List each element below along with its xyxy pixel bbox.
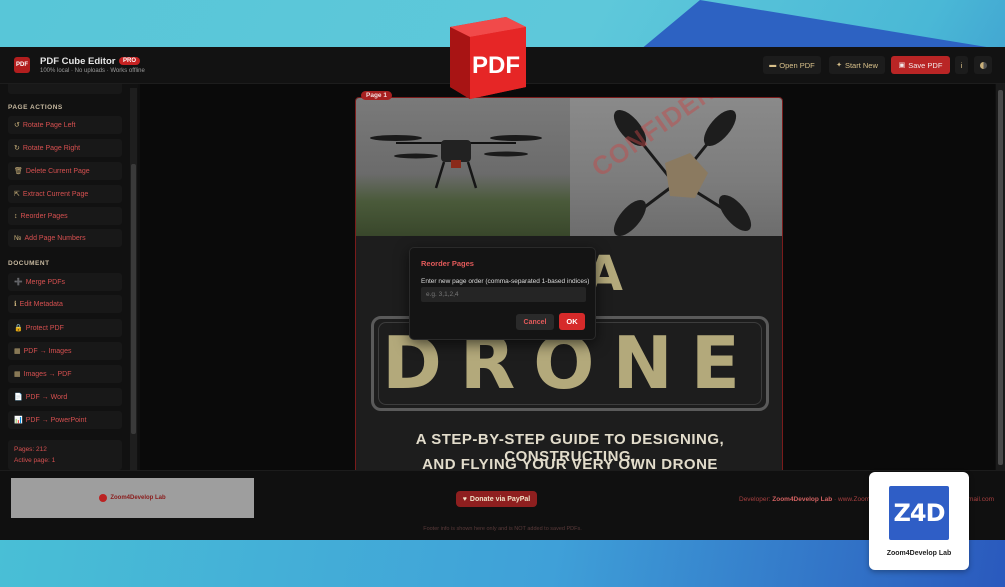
theme-toggle-button[interactable] [974, 56, 992, 74]
ad-text: Zoom4Develop Lab [110, 495, 166, 501]
donate-paypal-button[interactable]: ♥ Donate via PayPal [456, 491, 537, 507]
image-icon: ▦ [14, 348, 21, 355]
sidebar: PAGE ACTIONS ↺ Rotate Page Left ↻ Rotate… [0, 84, 138, 477]
edit-metadata-label: Edit Metadata [19, 300, 63, 308]
brand-name: Zoom4Develop Lab [886, 550, 952, 557]
sidebar-scroll-thumb[interactable] [131, 164, 136, 434]
info-icon: ℹ [14, 301, 17, 308]
pdf-to-word-button[interactable]: 📄 PDF → Word [8, 388, 122, 406]
ad-banner[interactable]: Zoom4Develop Lab [11, 478, 254, 518]
pdf-cube-text: PDF [472, 52, 520, 79]
numero-icon: № [14, 234, 22, 242]
protect-pdf-label: Protect PDF [25, 324, 64, 332]
theme-icon [979, 61, 987, 69]
info-label: i [960, 60, 963, 70]
document-heading: DOCUMENT [8, 260, 50, 267]
page-count: Pages: 212 [14, 446, 47, 453]
ad-logo-icon [99, 494, 108, 502]
cancel-button[interactable]: Cancel [516, 314, 554, 330]
pdf-to-images-button[interactable]: ▦ PDF → Images [8, 342, 122, 360]
drone-illustration [370, 135, 542, 189]
start-new-button[interactable]: ✦ Start New [829, 56, 885, 74]
lock-icon: 🔒 [14, 325, 23, 332]
app-subtitle: 100% local · No uploads · Works offline [40, 68, 145, 74]
app-logo-icon: PDF [14, 57, 30, 73]
active-page: Active page: 1 [14, 457, 56, 464]
developer-website-link[interactable]: · www.Zoom [832, 496, 870, 503]
pro-badge: PRO [119, 57, 141, 65]
drone-photo-left [356, 98, 570, 236]
page-actions-heading: PAGE ACTIONS [8, 104, 63, 111]
delete-page-label: Delete Current Page [25, 167, 90, 175]
extract-page-button[interactable]: ⇱ Extract Current Page [8, 185, 122, 203]
pdf-to-word-label: PDF → Word [25, 393, 68, 401]
extract-page-label: Extract Current Page [22, 190, 89, 198]
reorder-pages-button[interactable]: ↕ Reorder Pages [8, 207, 122, 225]
developer-email-link[interactable]: mail.com [968, 496, 994, 503]
developer-credit: Developer: Zoom4Develop Lab · www.Zoom [739, 496, 870, 503]
viewer-scroll-thumb[interactable] [998, 90, 1003, 465]
developer-name-link[interactable]: Zoom4Develop Lab [772, 496, 832, 503]
delete-page-button[interactable]: 🗑 Delete Current Page [8, 162, 122, 180]
donate-label: Donate via PayPal [469, 495, 531, 503]
sparkle-icon: ✦ [836, 62, 842, 69]
start-new-label: Start New [844, 60, 878, 70]
heart-icon: ♥ [462, 495, 467, 503]
extract-icon: ⇱ [14, 191, 20, 198]
rotate-left-button[interactable]: ↺ Rotate Page Left [8, 116, 122, 134]
trash-icon: 🗑 [14, 168, 23, 175]
plus-icon: ➕ [14, 279, 23, 286]
reorder-pages-dialog: Reorder Pages Enter new page order (comm… [409, 247, 596, 340]
images-to-pdf-button[interactable]: ▦ Images → PDF [8, 365, 122, 383]
add-page-numbers-button[interactable]: № Add Page Numbers [8, 229, 122, 247]
protect-pdf-button[interactable]: 🔒 Protect PDF [8, 319, 122, 337]
reorder-pages-label: Reorder Pages [20, 212, 68, 220]
edit-metadata-button[interactable]: ℹ Edit Metadata [8, 295, 122, 313]
add-page-numbers-label: Add Page Numbers [24, 234, 86, 242]
rotate-right-label: Rotate Page Right [22, 144, 81, 152]
sidebar-partial-item[interactable] [8, 84, 122, 94]
page-label-badge: Page 1 [361, 91, 392, 100]
save-pdf-label: Save PDF [908, 60, 943, 70]
brand-card: Z4D Zoom4Develop Lab [869, 472, 969, 570]
merge-pdfs-label: Merge PDFs [25, 278, 66, 286]
presentation-icon: 📊 [14, 417, 23, 424]
book-subtitle-line2: AND FLYING YOUR VERY OWN DRONE [422, 456, 718, 470]
merge-pdfs-button[interactable]: ➕ Merge PDFs [8, 273, 122, 291]
developer-prefix: Developer: [739, 496, 771, 503]
dialog-description: Enter new page order (comma-separated 1-… [421, 278, 590, 285]
folder-icon: ▬ [769, 61, 777, 69]
brand-logo-icon: Z4D [889, 486, 949, 540]
document-stats: Pages: 212 Active page: 1 [8, 440, 122, 470]
footer: Zoom4Develop Lab ♥ Donate via PayPal Dev… [0, 470, 1005, 540]
open-pdf-label: Open PDF [779, 60, 815, 70]
pdf-to-powerpoint-button[interactable]: 📊 PDF → PowerPoint [8, 411, 122, 429]
pdf-cube-logo: PDF [446, 13, 530, 101]
page-order-input[interactable] [421, 287, 586, 302]
background-band [0, 540, 1005, 587]
pdf-to-images-label: PDF → Images [23, 347, 72, 355]
background-shape [640, 0, 1005, 50]
dialog-title: Reorder Pages [421, 259, 474, 268]
save-pdf-button[interactable]: ▣ Save PDF [891, 56, 950, 74]
rotate-left-icon: ↺ [14, 122, 20, 129]
pdf-cube-icon: PDF [450, 17, 526, 99]
ad-logo: Zoom4Develop Lab [99, 494, 166, 502]
document-icon: 📄 [14, 394, 23, 401]
info-button[interactable]: i [955, 56, 968, 74]
footer-note: Footer info is shown here only and is NO… [423, 526, 582, 532]
rotate-left-label: Rotate Page Left [22, 121, 76, 129]
save-icon: ▣ [898, 62, 906, 69]
rotate-right-icon: ↻ [14, 145, 20, 152]
images-icon: ▦ [14, 371, 21, 378]
ok-button[interactable]: OK [559, 313, 585, 330]
app-title: PDF Cube Editor [40, 56, 116, 67]
pdf-to-powerpoint-label: PDF → PowerPoint [25, 416, 87, 424]
rotate-right-button[interactable]: ↻ Rotate Page Right [8, 139, 122, 157]
open-pdf-button[interactable]: ▬ Open PDF [763, 56, 821, 74]
images-to-pdf-label: Images → PDF [23, 370, 72, 378]
reorder-icon: ↕ [14, 212, 18, 220]
